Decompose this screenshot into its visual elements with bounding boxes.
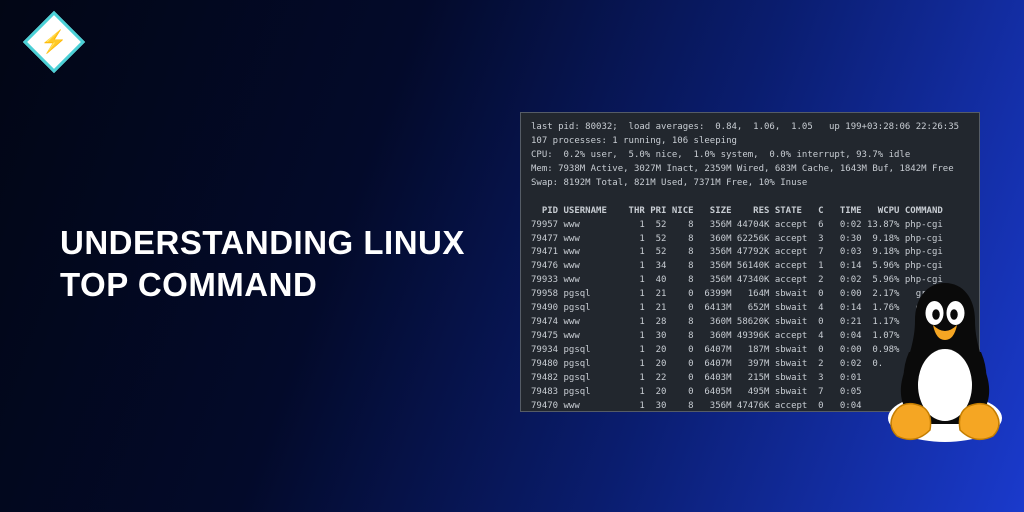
process-row: 79482 pgsql 1 22 0 6403M 215M sbwait 3 0… (531, 373, 862, 383)
top-column-headers: PID USERNAME THR PRI NICE SIZE RES STATE… (531, 206, 943, 216)
process-row: 79470 www 1 30 8 356M 47476K accept 0 0:… (531, 401, 862, 411)
lightning-icon: ⚡ (40, 29, 67, 55)
process-row: 79934 pgsql 1 20 0 6407M 187M sbwait 0 0… (531, 345, 927, 355)
title-line-1: UNDERSTANDING LINUX (60, 222, 500, 264)
process-row: 79471 www 1 52 8 356M 47792K accept 7 0:… (531, 247, 943, 257)
process-row: 79480 pgsql 1 20 0 6407M 397M sbwait 2 0… (531, 359, 921, 369)
site-logo: ⚡ (20, 8, 88, 76)
title-line-2: TOP COMMAND (60, 264, 500, 306)
top-header-swap: Swap: 8192M Total, 821M Used, 7371M Free… (531, 178, 807, 188)
top-header-mem: Mem: 7938M Active, 3027M Inact, 2359M Wi… (531, 164, 954, 174)
tux-linux-icon (870, 268, 1020, 448)
page-title: UNDERSTANDING LINUX TOP COMMAND (60, 222, 500, 306)
top-header-cpu: CPU: 0.2% user, 5.0% nice, 1.0% system, … (531, 150, 910, 160)
logo-frame: ⚡ (23, 11, 85, 73)
process-row: 79477 www 1 52 8 360M 62256K accept 3 0:… (531, 234, 943, 244)
process-row: 79957 www 1 52 8 356M 44704K accept 6 0:… (531, 220, 943, 230)
top-header-processes: 107 processes: 1 running, 106 sleeping (531, 136, 737, 146)
process-row: 79483 pgsql 1 20 0 6405M 495M sbwait 7 0… (531, 387, 862, 397)
top-header-lastpid: last pid: 80032; load averages: 0.84, 1.… (531, 122, 959, 132)
